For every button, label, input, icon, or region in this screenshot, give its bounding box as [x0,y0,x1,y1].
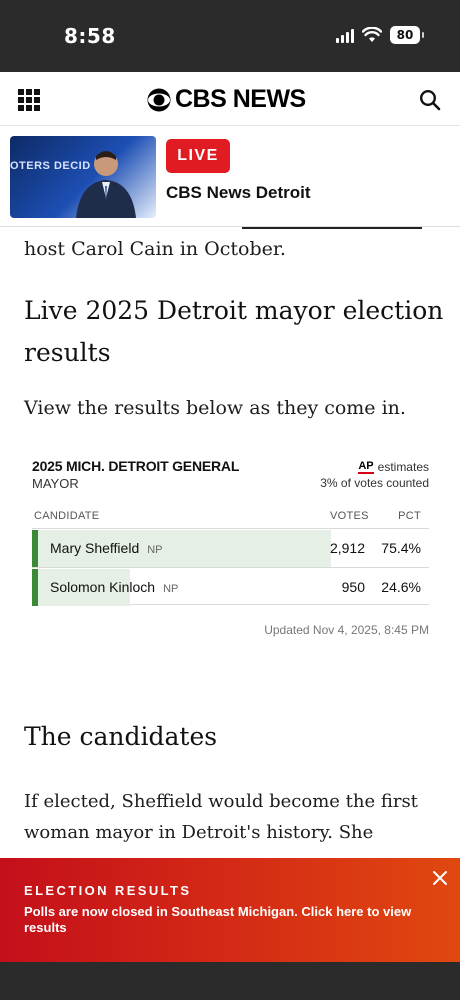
candidate-votes: 950 [341,579,365,595]
wifi-icon [362,27,382,42]
results-updated-time: Updated Nov 4, 2025, 8:45 PM [264,623,429,637]
banner-message[interactable]: Polls are now closed in Southeast Michig… [24,904,424,936]
party-label: NP [163,583,179,595]
cbs-news-logo[interactable]: CBS NEWS [147,85,306,114]
brand-name: CBS NEWS [175,85,306,113]
bottom-bar [0,962,460,1000]
race-office: MAYOR [32,476,79,491]
menu-grid-icon[interactable] [18,89,40,111]
battery-icon: 80 [390,26,424,44]
status-time: 8:58 [64,24,116,48]
site-header: CBS NEWS [0,72,460,126]
election-results-banner[interactable]: ELECTION RESULTS Polls are now closed in… [0,858,460,962]
candidate-name: Mary Sheffield NP [50,540,163,556]
ap-logo: AP [358,459,374,474]
status-bar: 8:58 80 [0,0,460,72]
winner-accent [32,530,38,567]
live-badge: LIVE [166,139,230,173]
cbs-eye-icon [147,88,171,111]
candidate-pct: 24.6% [381,579,421,595]
search-icon[interactable] [418,88,442,112]
signal-icon [336,27,354,43]
live-channel-name[interactable]: CBS News Detroit [166,183,311,203]
column-candidate: CANDIDATE [34,510,100,522]
candidate-row: Mary Sheffield NP 2,912 75.4% [32,528,429,567]
party-label: NP [147,544,163,556]
link-underline [242,227,422,229]
results-intro: View the results below as they come in. [24,397,406,419]
estimates-label: estimates [377,460,429,474]
column-votes: VOTES [330,510,369,522]
article-paragraph: host Carol Cain in October. [24,238,286,260]
close-icon[interactable] [430,868,450,888]
column-pct: PCT [398,510,421,522]
live-video-thumbnail[interactable]: OTERS DECID [10,136,156,218]
results-heading: Live 2025 Detroit mayor election results [24,296,444,367]
status-icons: 80 [336,26,424,44]
candidate-votes: 2,912 [329,540,365,556]
candidate-row: Solomon Kinloch NP 950 24.6% [32,567,429,606]
results-header-row: CANDIDATE VOTES PCT [32,510,429,526]
candidate-accent [32,569,38,606]
candidates-paragraph: If elected, Sheffield would become the f… [24,791,418,843]
live-stream-strip[interactable]: OTERS DECID LIVE CBS News Detroit [0,127,460,227]
anchor-image [76,151,136,218]
candidates-heading: The candidates [24,722,218,751]
race-title: 2025 MICH. DETROIT GENERAL [32,458,240,474]
ap-estimates: AP estimates [358,460,429,474]
candidate-name: Solomon Kinloch NP [50,579,179,595]
banner-kicker: ELECTION RESULTS [24,883,192,898]
candidate-pct: 75.4% [381,540,421,556]
votes-counted: 3% of votes counted [320,476,429,490]
